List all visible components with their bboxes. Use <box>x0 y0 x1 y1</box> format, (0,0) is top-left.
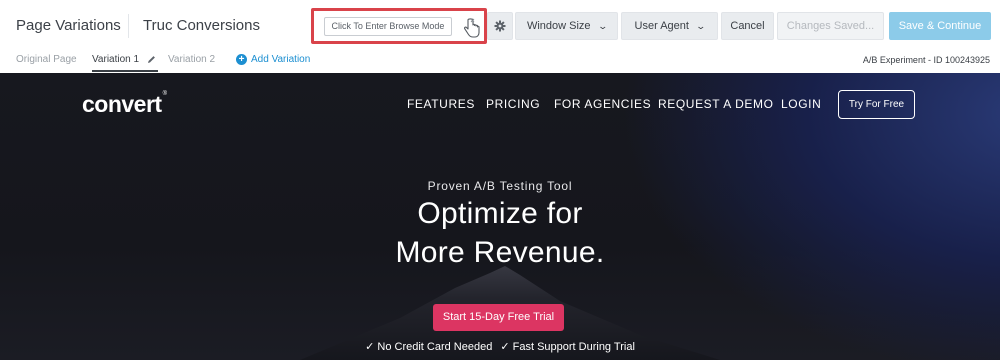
plus-circle-icon[interactable]: + <box>236 54 247 65</box>
convert-logo[interactable]: convert® <box>82 91 167 118</box>
hero-perks: ✓ No Credit Card Needed ✓ Fast Support Du… <box>0 340 1000 353</box>
registered-mark: ® <box>162 91 167 97</box>
window-size-dropdown[interactable]: Window Size ⌄ <box>515 12 618 40</box>
project-name: Truc Conversions <box>143 17 260 34</box>
perk-no-credit-card: ✓ No Credit Card Needed <box>365 341 493 353</box>
start-trial-button[interactable]: Start 15-Day Free Trial <box>433 304 564 331</box>
editor-toolbar: Page Variations Truc Conversions Click T… <box>0 0 1000 52</box>
title-divider <box>128 14 129 38</box>
active-tab-indicator <box>92 70 158 72</box>
nav-for-agencies[interactable]: FOR AGENCIES <box>554 97 651 111</box>
nav-request-demo[interactable]: REQUEST A DEMO <box>658 97 774 111</box>
changes-saved-button[interactable]: Changes Saved... <box>777 12 884 40</box>
tab-variation-1[interactable]: Variation 1 <box>92 54 139 65</box>
chevron-down-icon: ⌄ <box>695 21 706 31</box>
try-for-free-button[interactable]: Try For Free <box>838 90 915 119</box>
user-agent-dropdown[interactable]: User Agent ⌄ <box>621 12 718 40</box>
logo-text: convert <box>82 91 162 117</box>
page-preview[interactable]: convert® FEATURES PRICING FOR AGENCIES R… <box>0 73 1000 360</box>
nav-features[interactable]: FEATURES <box>407 97 475 111</box>
hero-eyebrow: Proven A/B Testing Tool <box>427 179 573 193</box>
save-continue-button[interactable]: Save & Continue <box>889 12 991 40</box>
hero-headline-line-2: More Revenue. <box>395 236 605 269</box>
tab-variation-2[interactable]: Variation 2 <box>168 54 215 65</box>
nav-login[interactable]: LOGIN <box>781 97 821 111</box>
chevron-down-icon: ⌄ <box>597 21 608 31</box>
perk-fast-support: ✓ Fast Support During Trial <box>500 341 635 353</box>
tab-original-page[interactable]: Original Page <box>16 54 77 65</box>
gear-icon <box>494 20 506 32</box>
settings-button[interactable] <box>487 12 513 40</box>
user-agent-label: User Agent <box>634 20 689 32</box>
window-size-label: Window Size <box>526 20 591 32</box>
hand-pointer-icon[interactable] <box>462 17 482 39</box>
add-variation-link[interactable]: Add Variation <box>251 54 310 65</box>
browse-mode-button[interactable]: Click To Enter Browse Mode <box>324 17 452 36</box>
experiment-id: A/B Experiment - ID 100243925 <box>862 55 990 65</box>
hero-headline-line-1: Optimize for <box>417 197 583 230</box>
nav-pricing[interactable]: PRICING <box>486 97 540 111</box>
pencil-icon[interactable] <box>147 55 156 64</box>
page-title: Page Variations <box>16 17 121 34</box>
cancel-button[interactable]: Cancel <box>721 12 774 40</box>
